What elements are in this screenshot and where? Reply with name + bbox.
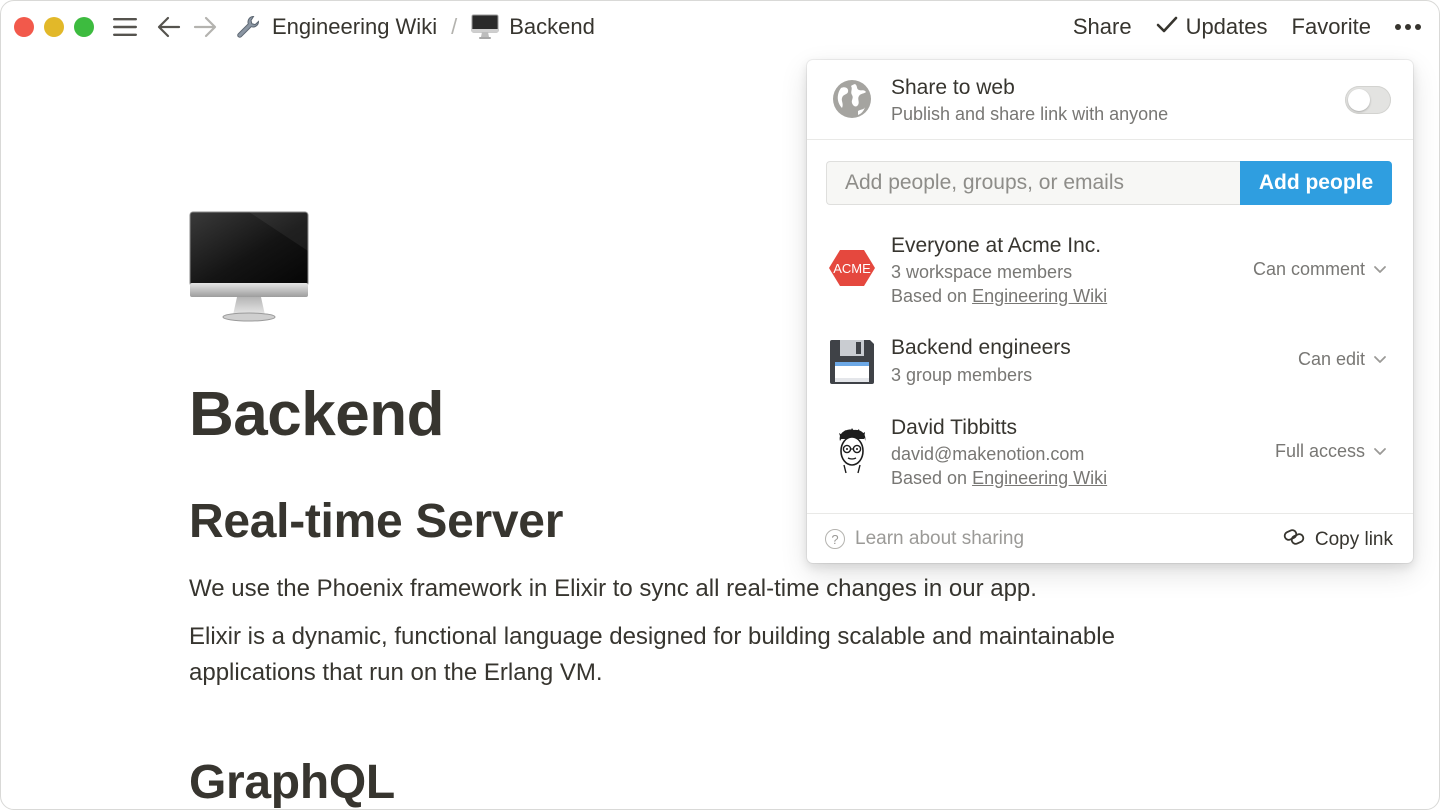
member-based-on: Based on Engineering Wiki [891,468,1107,489]
heading-graphql[interactable]: GraphQL [189,755,1189,809]
share-label: Share [1072,14,1132,39]
member-row-everyone-at-acme: ACME Everyone at Acme Inc. 3 workspace m… [807,228,1413,312]
globe-icon [831,78,873,120]
link-icon [1283,528,1305,552]
chevron-down-icon [1373,349,1387,370]
checkmark-icon [1156,14,1178,40]
breadcrumb: Engineering Wiki / Backend [230,13,599,41]
favorite-button[interactable]: Favorite [1292,14,1371,40]
paragraph[interactable]: We use the Phoenix framework in Elixir t… [189,571,1189,607]
member-name: David Tibbitts [891,416,1018,439]
share-button[interactable]: Share [1073,14,1132,40]
invite-input[interactable] [826,161,1240,205]
forward-arrow-icon[interactable] [192,14,218,40]
breadcrumb-item-backend[interactable]: Backend [467,13,599,41]
share-to-web-title: Share to web [891,76,1015,99]
favorite-label: Favorite [1291,14,1371,39]
breadcrumb-item-engineering-wiki[interactable]: Engineering Wiki [230,13,441,41]
hamburger-menu-icon[interactable] [112,14,138,40]
question-mark-icon: ? [825,529,845,549]
updates-button[interactable]: Updates [1156,14,1268,40]
permission-label: Full access [1274,441,1365,461]
add-people-button[interactable]: Add people [1240,161,1392,205]
acme-logo-text: ACME [833,261,871,276]
member-email: david@makenotion.com [891,444,1085,464]
member-name: Backend engineers [891,336,1071,359]
member-row-david-tibbitts: David Tibbitts david@makenotion.com Base… [807,410,1413,494]
member-based-on: Based on Engineering Wiki [891,286,1107,307]
minimize-window-button[interactable] [44,17,64,37]
window-controls [14,17,94,37]
floppy-disk-icon [827,337,877,387]
chevron-down-icon [1373,441,1387,462]
member-detail: 3 group members [891,365,1033,385]
permission-dropdown[interactable]: Full access [1275,441,1387,462]
engineering-wiki-link[interactable]: Engineering Wiki [972,468,1107,488]
based-on-prefix: Based on [891,468,973,488]
paragraph[interactable]: Elixir is a dynamic, functional language… [189,619,1169,691]
desktop-computer-icon[interactable] [189,211,309,323]
toggle-knob [1348,89,1370,111]
breadcrumb-label: Engineering Wiki [272,14,438,39]
permission-dropdown[interactable]: Can edit [1298,349,1387,370]
member-detail: 3 workspace members [891,262,1073,282]
breadcrumb-separator: / [451,14,458,39]
based-on-prefix: Based on [891,286,973,306]
copy-link-label: Copy link [1314,529,1393,550]
engineering-wiki-link[interactable]: Engineering Wiki [972,286,1107,306]
close-window-button[interactable] [14,17,34,37]
more-options-icon[interactable] [1395,24,1421,30]
desktop-computer-icon [471,13,499,41]
member-row-backend-engineers: Backend engineers 3 group members Can ed… [807,332,1413,392]
copy-link-button[interactable]: Copy link [1283,528,1393,552]
learn-label: Learn about sharing [855,528,1025,549]
member-name: Everyone at Acme Inc. [891,234,1102,257]
updates-label: Updates [1185,14,1268,39]
share-to-web-subtitle: Publish and share link with anyone [891,104,1169,124]
share-to-web-toggle[interactable] [1345,86,1391,114]
top-bar: Engineering Wiki / Backend Share Updates… [1,1,1439,53]
maximize-window-button[interactable] [74,17,94,37]
permission-label: Can edit [1297,349,1365,369]
acme-logo-icon: ACME [827,243,877,293]
permission-dropdown[interactable]: Can comment [1253,259,1387,280]
share-to-web-row[interactable]: Share to web Publish and share link with… [807,60,1413,140]
wrench-icon [234,13,262,41]
app-window: Engineering Wiki / Backend Share Updates… [0,0,1440,810]
back-arrow-icon[interactable] [156,14,182,40]
permission-label: Can comment [1252,259,1365,279]
share-popup: Share to web Publish and share link with… [807,60,1413,563]
top-bar-actions: Share Updates Favorite [1073,1,1421,53]
chevron-down-icon [1373,259,1387,280]
user-avatar-icon [827,426,877,476]
learn-about-sharing-link[interactable]: ? Learn about sharing [825,528,1024,550]
share-popup-footer: ? Learn about sharing Copy link [807,513,1413,563]
breadcrumb-label: Backend [509,14,595,39]
invite-bar: Add people [826,161,1392,205]
